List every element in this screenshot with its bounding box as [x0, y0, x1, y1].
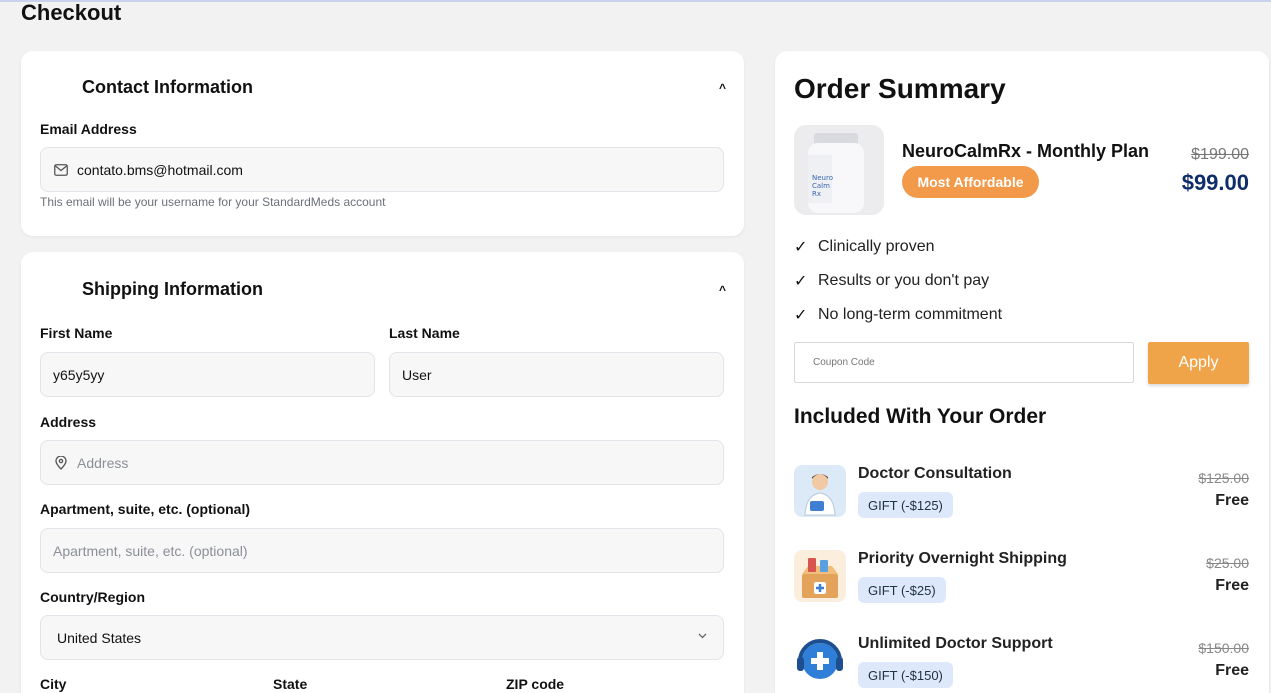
apartment-placeholder: Apartment, suite, etc. (optional): [53, 542, 248, 559]
last-name-value: User: [402, 366, 432, 383]
doctor-icon: [794, 465, 846, 517]
svg-text:Calm: Calm: [812, 182, 830, 190]
gift-badge: GIFT (-$150): [858, 662, 953, 688]
location-pin-icon: [53, 455, 69, 471]
checkmark-icon: ✓: [794, 307, 808, 324]
gift-badge: GIFT (-$25): [858, 577, 946, 603]
feature-item: ✓ No long-term commitment: [794, 305, 1002, 325]
feature-item: ✓ Clinically proven: [794, 237, 935, 257]
included-item: Unlimited Doctor Support GIFT (-$150) $1…: [794, 635, 1249, 693]
chevron-down-icon: [698, 631, 707, 642]
svg-text:Rx: Rx: [812, 190, 821, 198]
gift-badge: GIFT (-$125): [858, 492, 953, 518]
last-name-label: Last Name: [389, 325, 460, 341]
svg-text:Neuro: Neuro: [812, 174, 833, 182]
email-helper-text: This email will be your username for you…: [40, 195, 386, 209]
feature-item: ✓ Results or you don't pay: [794, 271, 989, 291]
product-name: NeuroCalmRx - Monthly Plan: [902, 141, 1150, 161]
email-field[interactable]: contato.bms@hotmail.com: [40, 147, 724, 192]
included-item-old-price: $150.00: [1198, 640, 1249, 656]
contact-section-title: Contact Information: [82, 77, 253, 97]
order-summary-card: Order Summary Neuro Calm Rx NeuroCalmRx …: [775, 51, 1269, 693]
apply-coupon-button[interactable]: Apply: [1148, 342, 1249, 384]
order-summary-title: Order Summary: [794, 73, 1006, 104]
shipping-section-title: Shipping Information: [82, 279, 263, 299]
country-label: Country/Region: [40, 589, 145, 605]
state-label: State: [273, 676, 308, 692]
included-item-price: Free: [1215, 662, 1249, 679]
address-placeholder: Address: [77, 454, 129, 471]
email-value: contato.bms@hotmail.com: [77, 161, 243, 178]
coupon-input[interactable]: Coupon Code: [794, 342, 1134, 383]
shipping-card: Shipping Information ^ First Name Last N…: [21, 252, 744, 693]
mail-icon: [53, 162, 69, 178]
product-old-price: $199.00: [1191, 146, 1249, 163]
first-name-field[interactable]: y65y5yy: [40, 352, 375, 397]
zip-label: ZIP code: [506, 676, 565, 692]
included-item: Priority Overnight Shipping GIFT (-$25) …: [794, 550, 1249, 610]
first-name-label: First Name: [40, 325, 113, 341]
included-item-price: Free: [1215, 577, 1249, 594]
included-item-old-price: $125.00: [1198, 470, 1249, 486]
checkmark-icon: ✓: [794, 239, 808, 256]
included-item-name: Priority Overnight Shipping: [858, 550, 1067, 567]
included-item-name: Doctor Consultation: [858, 465, 1012, 482]
contact-card: Contact Information ^ Email Address cont…: [21, 51, 744, 236]
included-item: Doctor Consultation GIFT (-$125) $125.00…: [794, 465, 1249, 525]
support-headset-icon: [794, 635, 846, 687]
included-title: Included With Your Order: [794, 405, 1047, 428]
country-value: United States: [57, 629, 142, 646]
address-label: Address: [40, 414, 97, 430]
page-title: Checkout: [21, 0, 122, 25]
country-select[interactable]: United States: [40, 615, 724, 660]
chevron-up-icon[interactable]: ^: [719, 81, 726, 95]
coupon-placeholder: Coupon Code: [813, 357, 875, 368]
included-item-price: Free: [1215, 492, 1249, 509]
checkmark-icon: ✓: [794, 273, 808, 290]
shipping-box-icon: [794, 550, 846, 602]
most-affordable-badge: Most Affordable: [902, 166, 1039, 198]
included-item-name: Unlimited Doctor Support: [858, 635, 1053, 652]
feature-text: Results or you don't pay: [818, 272, 990, 289]
product-image: Neuro Calm Rx: [794, 125, 884, 215]
included-item-old-price: $25.00: [1206, 555, 1249, 571]
city-label: City: [40, 676, 67, 692]
product-new-price: $99.00: [1181, 170, 1249, 195]
address-field[interactable]: Address: [40, 440, 724, 485]
apartment-label: Apartment, suite, etc. (optional): [40, 501, 251, 517]
last-name-field[interactable]: User: [389, 352, 724, 397]
feature-text: Clinically proven: [818, 238, 935, 255]
feature-text: No long-term commitment: [818, 306, 1003, 323]
email-label: Email Address: [40, 121, 137, 137]
apartment-field[interactable]: Apartment, suite, etc. (optional): [40, 528, 724, 573]
chevron-up-icon[interactable]: ^: [719, 283, 726, 297]
first-name-value: y65y5yy: [53, 366, 105, 383]
